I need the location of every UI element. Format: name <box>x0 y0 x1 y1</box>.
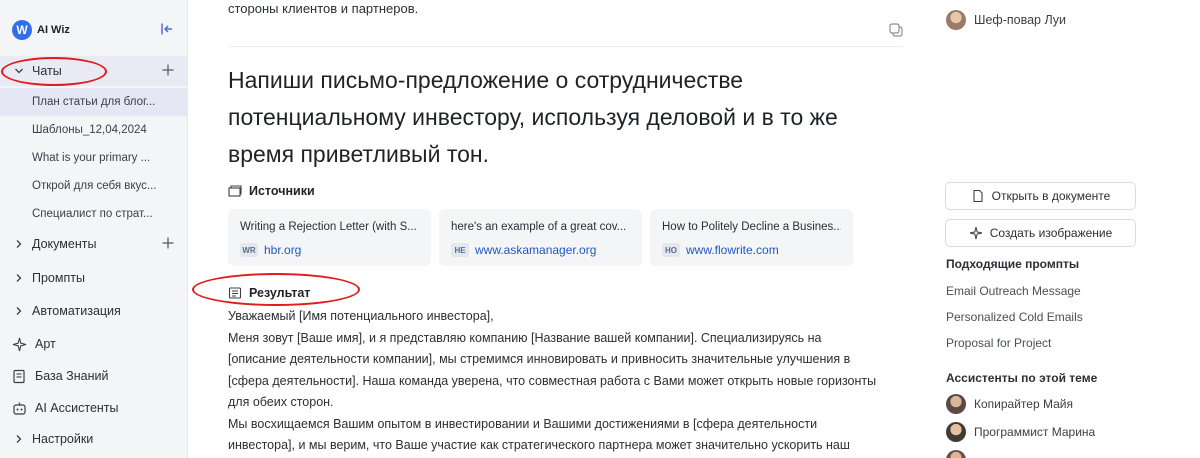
robot-icon <box>11 401 27 416</box>
right-panel: Шеф-повар Луи Открыть в документе Создат… <box>920 0 1200 458</box>
sidebar-item-label: База Знаний <box>35 369 109 383</box>
prompt-link[interactable]: Proposal for Project <box>946 336 1051 350</box>
assistant-name: Копирайтер Майя <box>974 397 1073 411</box>
sidebar-item-label: Настройки <box>32 432 94 446</box>
add-chat-icon[interactable] <box>161 63 175 77</box>
sources-heading: Источники <box>228 184 315 198</box>
chevron-down-icon <box>12 66 26 76</box>
sidebar-item-chats[interactable]: Чаты <box>0 56 187 86</box>
sources-icon <box>228 185 242 197</box>
result-line: Мы восхищаемся Вашим опытом в инвестиров… <box>228 416 818 431</box>
sidebar-item-knowledge-base[interactable]: База Знаний <box>0 361 187 391</box>
chat-list-item[interactable]: Специалист по страт... <box>0 200 187 228</box>
sources-label: Источники <box>249 184 315 198</box>
source-favicon-icon: HO <box>662 243 680 257</box>
logo-text: AI Wiz <box>37 24 70 36</box>
open-in-document-button[interactable]: Открыть в документе <box>945 182 1136 210</box>
button-label: Создать изображение <box>989 226 1113 240</box>
sidebar-item-label: AI Ассистенты <box>35 401 119 415</box>
chevron-right-icon <box>12 273 26 283</box>
source-title: here's an example of a great cov... <box>451 221 627 233</box>
sidebar-item-prompts[interactable]: Промпты <box>0 263 187 293</box>
assistant-item[interactable] <box>946 450 974 458</box>
collapse-sidebar-icon[interactable] <box>160 22 174 36</box>
logo[interactable]: W AI Wiz <box>12 20 70 40</box>
result-label: Результат <box>249 286 311 300</box>
result-line: для обеих сторон. <box>228 395 334 409</box>
result-line: [сфера деятельности]. Наша команда увере… <box>228 373 877 388</box>
source-domain[interactable]: hbr.org <box>264 243 301 257</box>
related-prompts-heading: Подходящие промпты <box>946 257 1080 271</box>
sidebar-item-label: Автоматизация <box>32 304 121 318</box>
source-domain[interactable]: www.flowrite.com <box>686 243 779 257</box>
source-favicon-icon: WR <box>240 243 258 257</box>
chevron-right-icon <box>12 434 26 444</box>
assistant-name: Шеф-повар Луи <box>974 13 1067 27</box>
document-icon <box>228 287 242 299</box>
source-card[interactable]: Writing a Rejection Letter (with S... WR… <box>228 209 431 266</box>
result-line: инвестора], и мы верим, что Ваше участие… <box>228 438 850 452</box>
chat-content: стороны клиентов и партнеров. Напиши пис… <box>188 0 920 458</box>
result-line: Уважаемый [Имя потенциального инвестора]… <box>228 309 494 323</box>
chevron-right-icon <box>12 306 26 316</box>
avatar <box>946 394 966 414</box>
user-question: Напиши письмо-предложение о сотрудничест… <box>228 67 838 167</box>
source-card[interactable]: here's an example of a great cov... HE w… <box>439 209 642 266</box>
sidebar-item-label: Арт <box>35 337 56 351</box>
copy-icon[interactable] <box>888 22 904 38</box>
chat-list-item[interactable]: Открой для себя вкус... <box>0 172 187 200</box>
prompt-link[interactable]: Personalized Cold Emails <box>946 310 1083 324</box>
related-assistants-heading: Ассистенты по этой теме <box>946 371 1098 385</box>
chat-list-item[interactable]: Шаблоны_12,04,2024 <box>0 116 187 144</box>
sidebar-item-documents[interactable]: Документы <box>0 229 187 259</box>
sparkle-icon <box>11 337 27 352</box>
source-favicon-icon: HE <box>451 243 469 257</box>
sidebar-item-settings[interactable]: Настройки <box>0 424 187 454</box>
result-body: Уважаемый [Имя потенциального инвестора]… <box>228 306 908 457</box>
logo-icon: W <box>12 20 32 40</box>
sidebar: W AI Wiz Чаты План статьи для блог... Ша… <box>0 0 188 458</box>
sidebar-item-ai-assistants[interactable]: AI Ассистенты <box>0 393 187 423</box>
divider <box>228 46 903 47</box>
app-window: W AI Wiz Чаты План статьи для блог... Ша… <box>0 0 1200 458</box>
create-image-button[interactable]: Создать изображение <box>945 219 1136 247</box>
result-line: Меня зовут [Ваше имя], и я представляю к… <box>228 330 822 345</box>
prompt-link[interactable]: Email Outreach Message <box>946 284 1081 298</box>
sidebar-item-art[interactable]: Арт <box>0 329 187 359</box>
button-label: Открыть в документе <box>991 189 1111 203</box>
avatar <box>946 450 966 458</box>
sparkle-icon <box>969 226 982 240</box>
add-document-icon[interactable] <box>161 236 175 250</box>
assistant-name: Программист Марина <box>974 425 1096 439</box>
book-icon <box>11 369 27 384</box>
assistant-item[interactable]: Программист Марина <box>946 422 1095 442</box>
sidebar-item-label: Промпты <box>32 271 85 285</box>
avatar <box>946 422 966 442</box>
result-heading: Результат <box>228 286 310 300</box>
assistant-item[interactable]: Копирайтер Майя <box>946 394 1073 414</box>
result-line: [описание деятельности компании], мы стр… <box>228 352 851 366</box>
source-domain[interactable]: www.askamanager.org <box>475 243 596 257</box>
chevron-right-icon <box>12 239 26 249</box>
previous-answer-tail: стороны клиентов и партнеров. <box>228 1 419 16</box>
source-title: How to Politely Decline a Busines... <box>662 221 841 233</box>
assistant-item[interactable]: Шеф-повар Луи <box>946 10 1066 30</box>
chat-list-item[interactable]: What is your primary ... <box>0 144 187 172</box>
sidebar-item-label: Документы <box>32 237 97 251</box>
sidebar-item-label: Чаты <box>32 64 62 78</box>
chat-list-item[interactable]: План статьи для блог... <box>0 88 187 116</box>
sidebar-item-automation[interactable]: Автоматизация <box>0 296 187 326</box>
document-icon <box>973 189 983 203</box>
avatar <box>946 10 966 30</box>
source-card[interactable]: How to Politely Decline a Busines... HO … <box>650 209 853 266</box>
source-title: Writing a Rejection Letter (with S... <box>240 221 417 233</box>
